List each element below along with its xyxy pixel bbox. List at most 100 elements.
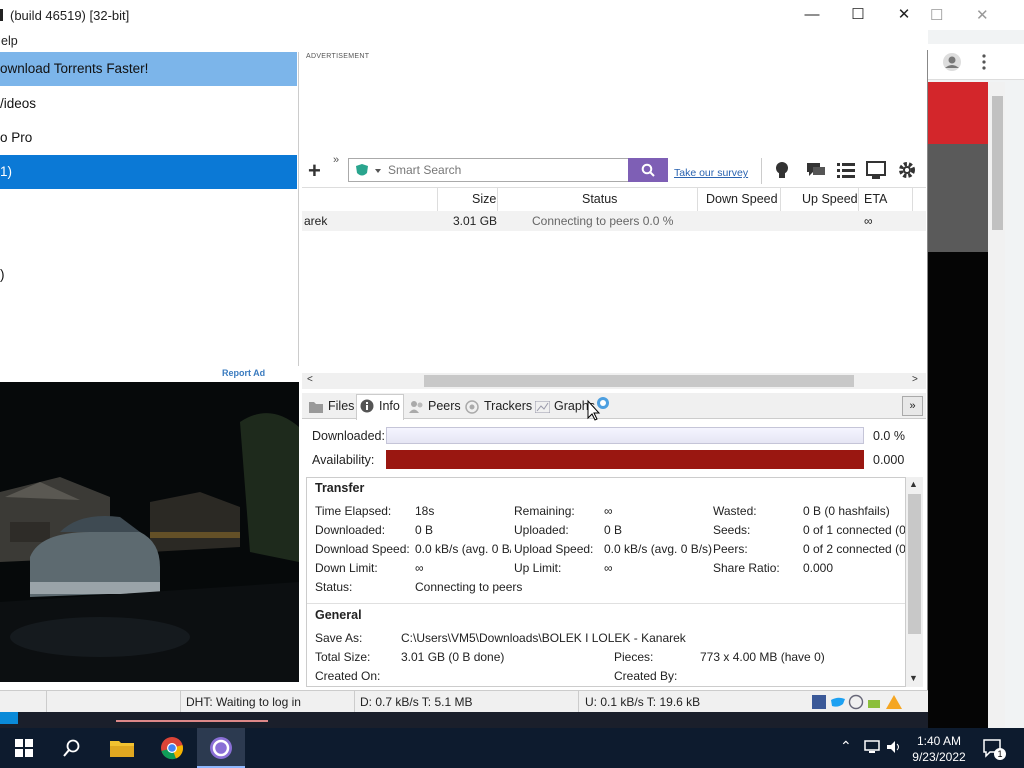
- tab-info-label[interactable]: Info: [379, 399, 400, 413]
- download-status[interactable]: D: 0.7 kB/s T: 5.1 MB: [360, 695, 473, 709]
- video-seekbar[interactable]: [116, 720, 268, 722]
- toolbar-overflow-icon[interactable]: »: [333, 154, 339, 166]
- taskbar-active-app[interactable]: [197, 728, 245, 768]
- column-separator[interactable]: [780, 187, 781, 211]
- file-explorer-icon[interactable]: [110, 738, 134, 758]
- lightbulb-icon[interactable]: [772, 160, 792, 180]
- peers-icon: [409, 401, 423, 413]
- network-icon[interactable]: [864, 740, 880, 754]
- sidebar-item-videos[interactable]: /ideos: [0, 87, 297, 121]
- chat-icon[interactable]: [806, 160, 826, 180]
- scroll-left-icon[interactable]: <: [307, 374, 313, 385]
- sidebar-item-pro[interactable]: o Pro: [0, 121, 297, 155]
- scroll-up-icon[interactable]: ▲: [909, 479, 918, 489]
- scroll-down-icon[interactable]: ▼: [909, 673, 918, 683]
- browser-titlebar: ☐ ✕: [928, 0, 1024, 30]
- close-button[interactable]: ✕: [881, 0, 927, 30]
- taskbar-progress: [0, 712, 18, 724]
- video-player[interactable]: [0, 382, 299, 682]
- column-header-status[interactable]: Status: [582, 192, 617, 206]
- column-separator[interactable]: [912, 187, 913, 211]
- wasted-label: Wasted:: [713, 504, 757, 518]
- report-ad-link[interactable]: Report Ad: [222, 368, 265, 378]
- status-bar: DHT: Waiting to log in D: 0.7 kB/s T: 5.…: [0, 690, 928, 713]
- sidebar-item-label: ): [0, 267, 5, 282]
- column-separator[interactable]: [437, 187, 438, 211]
- column-header-size[interactable]: Size: [472, 192, 496, 206]
- survey-link[interactable]: Take our survey: [674, 167, 748, 179]
- torrent-status: Connecting to peers 0.0 %: [532, 214, 674, 228]
- more-menu-icon[interactable]: [980, 53, 988, 71]
- search-icon[interactable]: [63, 739, 81, 757]
- sidebar-item[interactable]: ): [0, 258, 297, 292]
- minimize-button[interactable]: —: [789, 0, 835, 30]
- upload-status[interactable]: U: 0.1 kB/s T: 19.6 kB: [585, 695, 700, 709]
- profile-icon[interactable]: [942, 52, 962, 72]
- volume-icon[interactable]: [886, 740, 902, 754]
- app-icon: [0, 9, 3, 21]
- column-separator[interactable]: [697, 187, 698, 211]
- menubar: [0, 30, 928, 50]
- section-divider: [307, 603, 905, 604]
- torrent-name: arek: [304, 214, 328, 228]
- details-scroll-thumb[interactable]: [908, 494, 921, 634]
- warning-icon: [886, 695, 902, 709]
- settings-gear-icon[interactable]: [897, 160, 917, 180]
- maximize-button[interactable]: ☐: [835, 0, 881, 30]
- download-speed-label: Download Speed:: [315, 542, 410, 556]
- sidebar: ownload Torrents Faster! /ideos o Pro 1)…: [0, 52, 299, 366]
- twitter-icon: [831, 697, 845, 707]
- window-title: (build 46519) [32-bit]: [10, 8, 130, 23]
- list-scroll-thumb[interactable]: [424, 375, 854, 387]
- menu-help[interactable]: Help: [0, 34, 18, 48]
- save-as-value: C:\Users\VM5\Downloads\BOLEK I LOLEK - K…: [401, 631, 686, 645]
- column-separator[interactable]: [497, 187, 498, 211]
- window-bottom-edge: [0, 712, 928, 728]
- facebook-icon: [812, 695, 826, 709]
- tab-files[interactable]: Files: [328, 399, 354, 413]
- sidebar-item-selected[interactable]: 1): [0, 155, 297, 189]
- sidebar-item-download-faster[interactable]: ownload Torrents Faster!: [0, 52, 297, 86]
- search-engine-icon[interactable]: [355, 163, 381, 179]
- maximize-icon[interactable]: ☐: [930, 6, 943, 24]
- tab-trackers[interactable]: Trackers: [484, 399, 532, 413]
- collapse-panel-button[interactable]: »: [902, 396, 923, 416]
- social-icons: [812, 694, 902, 710]
- utorrent-icon: [210, 737, 232, 759]
- seeds-label: Seeds:: [713, 523, 751, 537]
- scroll-right-icon[interactable]: >: [912, 374, 918, 385]
- list-view-icon[interactable]: [836, 160, 856, 180]
- tab-peers[interactable]: Peers: [428, 399, 461, 413]
- uploaded-value: 0 B: [604, 523, 623, 537]
- status-divider: [180, 691, 181, 713]
- up-limit-label: Up Limit:: [514, 561, 562, 575]
- add-torrent-icon[interactable]: +: [308, 158, 321, 184]
- windows-start-icon[interactable]: [15, 739, 33, 757]
- transfer-heading: Transfer: [315, 481, 365, 495]
- sidebar-item-label: ownload Torrents Faster!: [0, 61, 149, 76]
- browser-scroll-thumb[interactable]: [992, 96, 1003, 230]
- toolbar-divider: [761, 158, 762, 184]
- column-header-up-speed[interactable]: Up Speed: [802, 192, 858, 206]
- chrome-icon[interactable]: [160, 736, 184, 760]
- share-ratio-label: Share Ratio:: [713, 561, 780, 575]
- downloaded-label: Downloaded:: [315, 523, 386, 537]
- time-elapsed-value: 18s: [415, 504, 435, 518]
- remote-icon[interactable]: [866, 160, 886, 180]
- availability-bar: [386, 450, 864, 469]
- close-icon[interactable]: ✕: [976, 6, 989, 24]
- sidebar-item-label: /ideos: [0, 96, 37, 111]
- downloaded-label: Downloaded:: [312, 429, 385, 443]
- search-button[interactable]: [628, 158, 668, 182]
- search-placeholder: Smart Search: [388, 163, 462, 177]
- notification-center-icon[interactable]: 1: [982, 738, 1006, 760]
- dht-status[interactable]: DHT: Waiting to log in: [186, 695, 301, 709]
- column-header-eta[interactable]: ETA: [864, 192, 887, 206]
- chevron-up-icon[interactable]: ⌃: [840, 738, 852, 755]
- column-separator[interactable]: [858, 187, 859, 211]
- page-video: [928, 252, 990, 728]
- clock[interactable]: 1:40 AM 9/23/2022: [902, 733, 976, 765]
- status-value: Connecting to peers: [415, 580, 523, 594]
- general-heading: General: [315, 608, 362, 622]
- column-header-down-speed[interactable]: Down Speed: [706, 192, 778, 206]
